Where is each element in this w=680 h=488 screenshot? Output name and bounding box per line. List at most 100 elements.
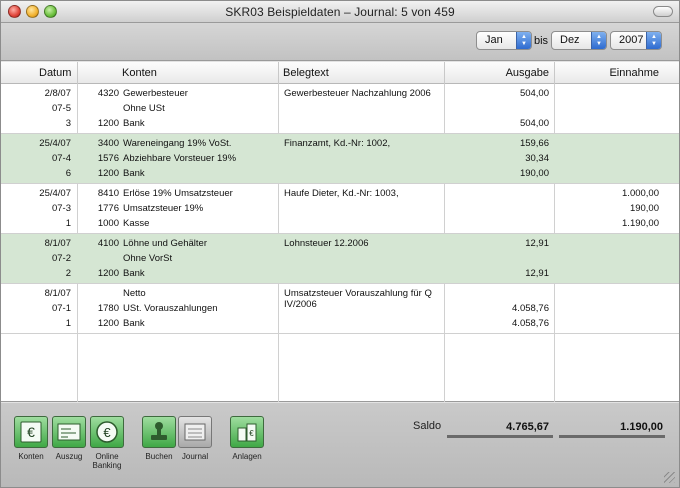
account-number-cell: 1200 [97, 118, 119, 129]
online-banking-button[interactable]: € [90, 416, 124, 448]
table-header: Datum Konten Belegtext Ausgabe Einnahme [1, 62, 679, 84]
table-row[interactable]: 1 1000 Kasse 1.190,00 [1, 216, 679, 231]
journal-button[interactable] [178, 416, 212, 448]
datum-cell: 07-4 [51, 153, 71, 164]
datum-cell: 6 [65, 168, 71, 179]
table-row[interactable]: 8/1/07 Netto Umsatzsteuer Vorauszahlung fü… [1, 286, 679, 310]
table-row[interactable]: 1 1200 Bank 4.058,76 [1, 316, 679, 331]
account-name-cell: Bank [123, 168, 145, 179]
datum-cell: 8/1/07 [44, 288, 71, 299]
konten-button[interactable]: € [14, 416, 48, 448]
einnahme-cell: 1.000,00 [622, 188, 659, 199]
updown-arrows-icon: ▲ ▼ [646, 32, 661, 49]
einnahme-cell: 1.190,00 [622, 218, 659, 229]
account-name-cell: Ohne VorSt [123, 253, 173, 264]
einnahme-cell: 190,00 [629, 203, 659, 214]
datum-cell: 8/1/07 [44, 238, 71, 249]
buchen-button[interactable] [142, 416, 176, 448]
table-row[interactable]: 25/4/07 3400 Wareneingang 19% VoSt. Finanza… [1, 136, 679, 151]
ausgabe-cell: 12,91 [525, 238, 549, 249]
belegtext-cell: Haufe Dieter, Kd.-Nr: 1003, [284, 188, 399, 199]
account-number-cell: 8410 [97, 188, 119, 199]
to-month-value: Dez [560, 34, 580, 46]
journal-rows: 2/8/07 4320 Gewerbesteuer Gewerbesteuer Nac… [1, 84, 679, 334]
table-row[interactable]: 07-3 1776 Umsatzsteuer 19% 190,00 [1, 201, 679, 216]
account-number-cell: 4320 [97, 88, 119, 99]
table-row[interactable]: 07-1 1780 USt. Vorauszahlungen 4.058,76 [1, 301, 679, 316]
belegtext-cell: Gewerbesteuer Nachzahlung 2006 [284, 88, 431, 99]
ausgabe-cell: 504,00 [519, 118, 549, 129]
column-konten[interactable]: Konten [122, 67, 157, 79]
title-bar[interactable]: SKR03 Beispieldaten – Journal: 5 von 459 [1, 1, 679, 23]
table-row[interactable]: 25/4/07 8410 Erlöse 19% Umsatzsteuer Haufe … [1, 186, 679, 201]
datum-cell: 07-1 [51, 303, 71, 314]
journal-entry[interactable]: 25/4/07 8410 Erlöse 19% Umsatzsteuer Haufe … [1, 184, 679, 234]
year-select[interactable]: 2007 ▲ ▼ [610, 31, 662, 50]
datum-cell: 3 [65, 118, 71, 129]
column-einnahme[interactable]: Einnahme [609, 67, 659, 79]
account-number-cell: 1576 [97, 153, 119, 164]
year-value: 2007 [619, 34, 644, 46]
saldo-einnahme: 1.190,00 [620, 421, 663, 433]
ausgabe-cell: 4.058,76 [512, 318, 549, 329]
saldo-label: Saldo [413, 420, 442, 432]
svg-text:€: € [249, 429, 254, 438]
table-row[interactable]: 6 1200 Bank 190,00 [1, 166, 679, 181]
from-month-value: Jan [485, 34, 503, 46]
journal-label: Journal [181, 452, 209, 461]
account-number-cell: 1200 [97, 268, 119, 279]
table-row[interactable]: 3 1200 Bank 504,00 [1, 116, 679, 131]
account-number-cell: 1780 [97, 303, 119, 314]
saldo-einnahme-underline [559, 435, 665, 438]
to-month-select[interactable]: Dez ▲ ▼ [551, 31, 607, 50]
journal-entry[interactable]: 25/4/07 3400 Wareneingang 19% VoSt. Finanza… [1, 134, 679, 184]
anlagen-label: Anlagen [232, 452, 262, 461]
resize-grip[interactable] [664, 472, 675, 483]
updown-arrows-icon: ▲ ▼ [516, 32, 531, 49]
online-banking-label: Online Banking [92, 452, 122, 470]
euro-ledger-icon: € [20, 421, 42, 443]
journal-table[interactable]: Datum Konten Belegtext Ausgabe Einnahme … [1, 62, 679, 402]
table-row[interactable]: 8/1/07 4100 Löhne und Gehälter Lohnsteuer 1… [1, 236, 679, 251]
table-row[interactable]: 07-2 Ohne VorSt [1, 251, 679, 266]
column-datum[interactable]: Datum [39, 67, 71, 79]
ausgabe-cell: 504,00 [519, 88, 549, 99]
account-name-cell: Kasse [123, 218, 150, 229]
journal-entry[interactable]: 2/8/07 4320 Gewerbesteuer Gewerbesteuer Nac… [1, 84, 679, 134]
journal-book-icon [184, 423, 206, 441]
statement-icon [57, 423, 81, 441]
table-row[interactable]: 2/8/07 4320 Gewerbesteuer Gewerbesteuer Nac… [1, 86, 679, 101]
account-number-cell: 1200 [97, 168, 119, 179]
auszug-button[interactable] [52, 416, 86, 448]
assets-building-icon: € [237, 423, 257, 442]
stamp-icon [151, 422, 167, 440]
svg-text:€: € [27, 424, 35, 440]
anlagen-button[interactable]: € [230, 416, 264, 448]
table-row[interactable]: 07-4 1576 Abziehbare Vorsteuer 19% 30,34 [1, 151, 679, 166]
datum-cell: 2 [65, 268, 71, 279]
table-row[interactable]: 2 1200 Bank 12,91 [1, 266, 679, 281]
saldo-ausgabe-underline [447, 435, 553, 438]
date-filter-bar: Jan ▲ ▼ bis Dez ▲ ▼ 2007 ▲ ▼ [1, 23, 679, 61]
account-name-cell: Netto [123, 288, 146, 299]
account-name-cell: Löhne und Gehälter [123, 238, 207, 249]
datum-cell: 25/4/07 [39, 138, 71, 149]
account-name-cell: Wareneingang 19% VoSt. [123, 138, 232, 149]
ausgabe-cell: 159,66 [519, 138, 549, 149]
account-name-cell: Bank [123, 118, 145, 129]
bottom-toolbar: € Konten Auszug € Online Banking Buchen … [1, 403, 679, 487]
table-row[interactable]: 07-5 Ohne USt [1, 101, 679, 116]
account-name-cell: Erlöse 19% Umsatzsteuer [123, 188, 233, 199]
column-ausgabe[interactable]: Ausgabe [506, 67, 549, 79]
toolbar-toggle-button[interactable] [653, 6, 673, 17]
from-month-select[interactable]: Jan ▲ ▼ [476, 31, 532, 50]
account-name-cell: USt. Vorauszahlungen [123, 303, 218, 314]
account-name-cell: Umsatzsteuer 19% [123, 203, 204, 214]
ausgabe-cell: 190,00 [519, 168, 549, 179]
account-name-cell: Ohne USt [123, 103, 165, 114]
column-belegtext[interactable]: Belegtext [283, 67, 329, 79]
journal-entry[interactable]: 8/1/07 4100 Löhne und Gehälter Lohnsteuer 1… [1, 234, 679, 284]
svg-text:€: € [103, 425, 111, 440]
journal-entry[interactable]: 8/1/07 Netto Umsatzsteuer Vorauszahlung fü… [1, 284, 679, 334]
datum-cell: 07-5 [51, 103, 71, 114]
